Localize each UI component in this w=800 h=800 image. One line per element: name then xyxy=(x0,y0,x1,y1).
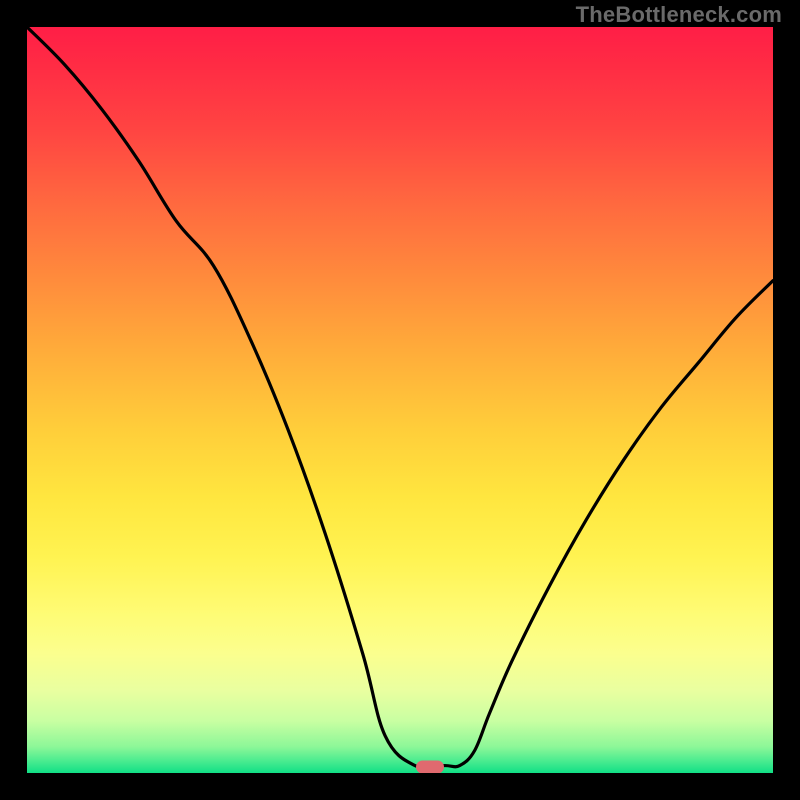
curve-path xyxy=(27,27,773,768)
chart-frame: TheBottleneck.com xyxy=(0,0,800,800)
plot-area xyxy=(27,27,773,773)
watermark-text: TheBottleneck.com xyxy=(576,2,782,28)
optimal-marker xyxy=(416,761,444,773)
bottleneck-curve xyxy=(27,27,773,773)
